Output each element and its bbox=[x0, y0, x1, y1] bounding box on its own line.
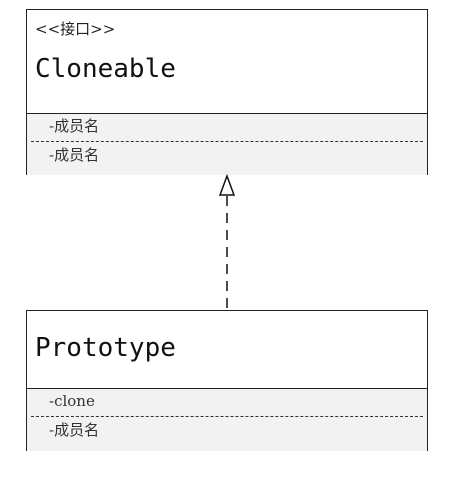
member-item: -clone bbox=[49, 392, 95, 410]
member-item: -成员名 bbox=[49, 421, 100, 439]
members-compartment: -clone -成员名 bbox=[27, 389, 427, 451]
class-prototype[interactable]: Prototype -clone -成员名 bbox=[26, 310, 428, 451]
class-name-box: Prototype bbox=[27, 311, 427, 389]
hollow-triangle-arrowhead bbox=[218, 173, 236, 196]
member-divider bbox=[31, 416, 423, 417]
class-name: Prototype bbox=[35, 333, 176, 363]
